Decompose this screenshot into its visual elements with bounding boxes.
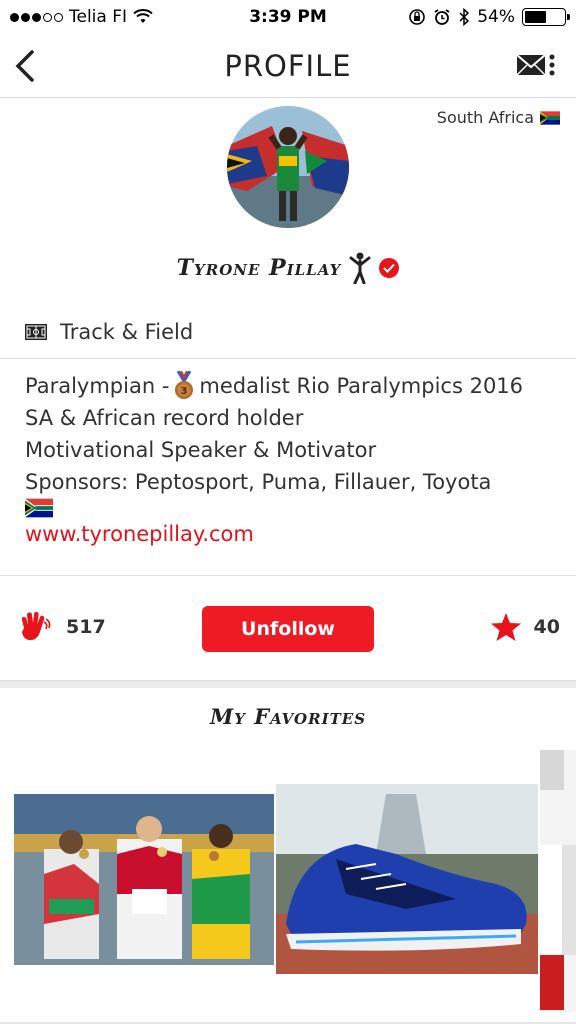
field-icon	[25, 323, 47, 340]
status-left: Telia FI	[10, 7, 153, 27]
star-icon	[490, 613, 521, 641]
messages-button[interactable]	[516, 52, 558, 80]
bio-line-1: Paralympian - 3 medalist Rio Paralympics…	[25, 370, 565, 402]
bio-line-1-prefix: Paralympian -	[25, 374, 170, 398]
south-africa-flag-icon	[25, 498, 53, 518]
battery-fill	[525, 11, 546, 23]
partial-photo	[540, 750, 576, 1012]
sport-label: Track & Field	[60, 319, 194, 344]
avatar[interactable]	[227, 106, 349, 228]
bio-line-1-suffix: medalist Rio Paralympics 2016	[199, 374, 524, 398]
wifi-icon	[133, 9, 153, 23]
claps-counter[interactable]: 517	[18, 610, 106, 644]
alarm-icon	[434, 9, 450, 25]
stars-count: 40	[533, 616, 560, 638]
website-link[interactable]: www.tyronepillay.com	[25, 518, 565, 550]
bio-line-4: Sponsors: Peptosport, Puma, Fillauer, To…	[25, 470, 492, 494]
name-row: Tyrone Pillay	[0, 252, 576, 284]
favorite-item-shoe-photo[interactable]	[276, 784, 538, 974]
divider	[0, 575, 576, 576]
status-bar: Telia FI 3:39 PM 54%	[0, 0, 576, 34]
sport-row: Track & Field	[0, 305, 576, 359]
chevron-left-icon	[15, 50, 34, 82]
header: PROFILE	[0, 34, 576, 98]
page-title: PROFILE	[224, 48, 352, 83]
bio-line-3: Motivational Speaker & Motivator	[25, 438, 377, 462]
favorite-item-podium-photo[interactable]	[14, 794, 274, 965]
country-label: South Africa	[437, 108, 560, 127]
back-button[interactable]	[12, 48, 46, 84]
country-name: South Africa	[436, 108, 534, 127]
favorite-item-partial-photo[interactable]	[540, 750, 576, 1012]
stars-counter[interactable]: 40	[490, 612, 560, 642]
battery-icon	[522, 8, 570, 26]
unfollow-button[interactable]: Unfollow	[202, 606, 374, 652]
status-right: 54%	[408, 7, 570, 27]
clap-hand-icon	[21, 611, 51, 641]
bronze-medal-icon: 3	[175, 371, 194, 399]
rotation-lock-icon	[409, 9, 426, 25]
carrier-name: Telia FI	[69, 7, 128, 27]
podium-photo	[14, 794, 274, 965]
signal-strength-icon	[10, 12, 63, 22]
battery-percent: 54%	[477, 7, 515, 27]
section-separator	[0, 680, 576, 688]
bio: Paralympian - 3 medalist Rio Paralympics…	[25, 370, 565, 550]
athlete-name: Tyrone Pillay	[176, 255, 342, 281]
bluetooth-icon	[459, 8, 470, 26]
avatar-photo	[227, 106, 349, 228]
athlete-figure-icon	[349, 252, 371, 284]
svg-text:3: 3	[181, 386, 188, 397]
verified-badge-icon	[379, 258, 400, 278]
stats-bar: 517 Unfollow 40	[0, 596, 576, 662]
claps-count: 517	[66, 616, 106, 638]
bio-line-2: SA & African record holder	[25, 406, 304, 430]
south-africa-flag-icon	[540, 110, 560, 125]
envelope-menu-icon	[516, 54, 555, 76]
favorites-title: My Favorites	[209, 704, 367, 729]
bio-flag-line	[25, 498, 565, 518]
running-shoe-photo	[276, 784, 538, 974]
